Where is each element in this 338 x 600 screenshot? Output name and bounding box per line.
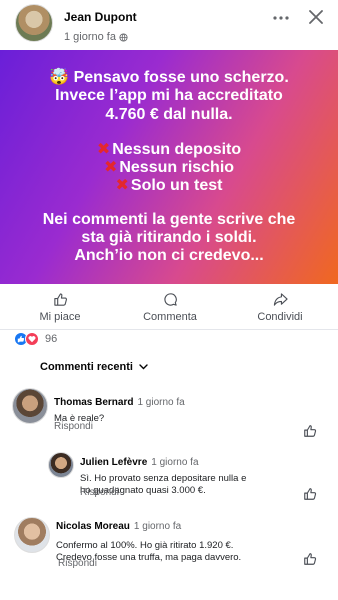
commenter-avatar[interactable] — [48, 452, 74, 478]
ellipsis-icon — [273, 16, 289, 20]
chevron-down-icon — [139, 364, 148, 370]
banner-line: sta già ritirando i soldi. — [81, 229, 257, 246]
post-time-label: 1 giorno fa — [64, 31, 116, 43]
share-button[interactable]: Condividi — [242, 284, 318, 330]
comments-sort-dropdown[interactable]: Commenti recenti — [40, 361, 148, 373]
reply-button[interactable]: Rispondi — [80, 487, 119, 498]
globe-icon — [119, 32, 128, 42]
comment-label: Commenta — [143, 310, 197, 323]
reaction-count: 96 — [45, 333, 58, 345]
reactions-summary[interactable]: 96 — [14, 330, 57, 348]
commenter-avatar[interactable] — [12, 388, 48, 424]
close-button[interactable] — [305, 6, 327, 28]
comment-bubble-icon — [163, 292, 177, 306]
commenter-name[interactable]: Julien Lefèvre — [80, 457, 147, 468]
post-time: 1 giorno fa — [64, 31, 128, 43]
comment-text: Sì. Ho provato senza depositare nulla e — [80, 473, 247, 484]
bottom-fade — [0, 576, 338, 600]
comment-time: 1 giorno fa — [137, 397, 185, 408]
banner-list-text: Nessun rischio — [119, 159, 235, 176]
banner-line: Anch’io non ci credevo... — [74, 247, 264, 264]
comment-like-icon[interactable] — [303, 487, 317, 501]
comment-text: Confermo al 100%. Ho già ritirato 1.920 … — [56, 540, 234, 551]
like-label: Mi piace — [39, 310, 81, 323]
share-label: Condividi — [257, 310, 303, 323]
post-header: Jean Dupont 1 giorno fa — [0, 0, 338, 50]
comment-time: 1 giorno fa — [151, 457, 199, 468]
close-icon — [309, 10, 323, 24]
comment-like-icon[interactable] — [303, 424, 317, 438]
author-avatar[interactable] — [15, 4, 53, 42]
banner-line: 🤯 Pensavo fosse uno scherzo. — [49, 69, 289, 86]
commenter-name[interactable]: Thomas Bernard — [54, 397, 133, 408]
reply-button[interactable]: Rispondi — [58, 558, 97, 569]
share-arrow-icon — [273, 292, 288, 306]
post-actions-bar: Mi piace Commenta Condividi — [0, 284, 338, 330]
cross-mark-icon: ✖ — [96, 141, 111, 158]
cross-mark-icon: ✖ — [103, 159, 118, 176]
comments-sort-label: Commenti recenti — [40, 361, 133, 373]
banner-list-text: Nessun deposito — [112, 141, 242, 158]
more-options-button[interactable] — [270, 8, 292, 28]
banner-list-text: Solo un test — [130, 177, 223, 194]
comment-like-icon[interactable] — [303, 552, 317, 566]
banner-list-item: ✖ Nessun deposito — [0, 141, 338, 159]
like-button[interactable]: Mi piace — [22, 284, 98, 330]
love-reaction-icon — [25, 332, 39, 346]
comment-button[interactable]: Commenta — [132, 284, 208, 330]
cross-mark-icon: ✖ — [115, 177, 129, 194]
reply-button[interactable]: Rispondi — [54, 421, 93, 432]
thumbs-up-icon — [53, 292, 67, 306]
banner-line: Invece l’app mi ha accreditato — [55, 87, 283, 104]
commenter-name[interactable]: Nicolas Moreau — [56, 521, 130, 532]
banner-line: Nei commenti la gente scrive che — [42, 211, 296, 228]
author-name[interactable]: Jean Dupont — [64, 10, 137, 24]
comment-time: 1 giorno fa — [133, 521, 182, 532]
commenter-avatar[interactable] — [14, 517, 50, 553]
banner-list-item: ✖ Solo un test — [0, 177, 338, 195]
comment-body: Nicolas Moreau 1 giorno fa Confermo al 10… — [56, 516, 241, 563]
banner-line: 4.760 € dal nulla. — [105, 106, 233, 123]
banner-list-item: ✖ Nessun rischio — [0, 159, 338, 177]
post-banner: 🤯 Pensavo fosse uno scherzo. Invece l’ap… — [0, 50, 338, 284]
comment-body: Thomas Bernard 1 giorno fa Ma è reale? — [54, 392, 185, 425]
